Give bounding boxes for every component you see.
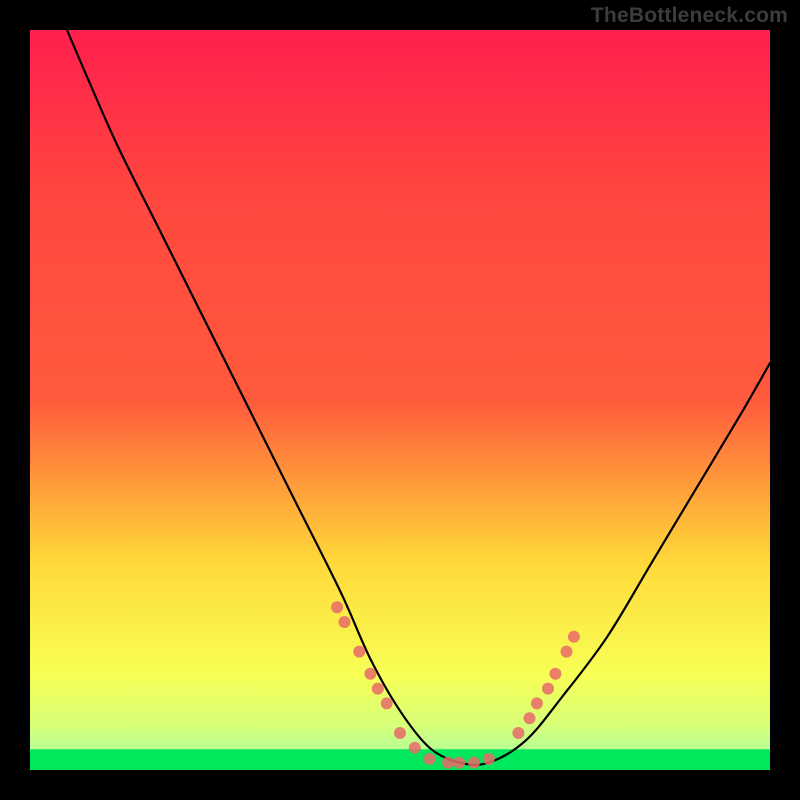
highlight-dot: [339, 616, 351, 628]
highlight-dot: [394, 727, 406, 739]
green-band: [30, 749, 770, 770]
highlight-dot: [424, 753, 436, 765]
highlight-dot: [512, 727, 524, 739]
gradient-background: [30, 30, 770, 770]
highlight-dot: [364, 668, 376, 680]
watermark-text: TheBottleneck.com: [591, 4, 788, 28]
chart-svg: [30, 30, 770, 770]
chart-stage: TheBottleneck.com: [0, 0, 800, 800]
highlight-dot: [381, 697, 393, 709]
plot-area: [30, 30, 770, 770]
highlight-dot: [409, 742, 421, 754]
highlight-dot: [561, 646, 573, 658]
highlight-dot: [531, 697, 543, 709]
highlight-dot: [524, 712, 536, 724]
highlight-dot: [468, 757, 480, 769]
highlight-dot: [442, 757, 454, 769]
highlight-dot: [542, 683, 554, 695]
highlight-dot: [483, 753, 495, 765]
highlight-dot: [568, 631, 580, 643]
highlight-dot: [353, 646, 365, 658]
highlight-dot: [453, 757, 465, 769]
highlight-dot: [372, 683, 384, 695]
highlight-dot: [549, 668, 561, 680]
highlight-dot: [331, 601, 343, 613]
